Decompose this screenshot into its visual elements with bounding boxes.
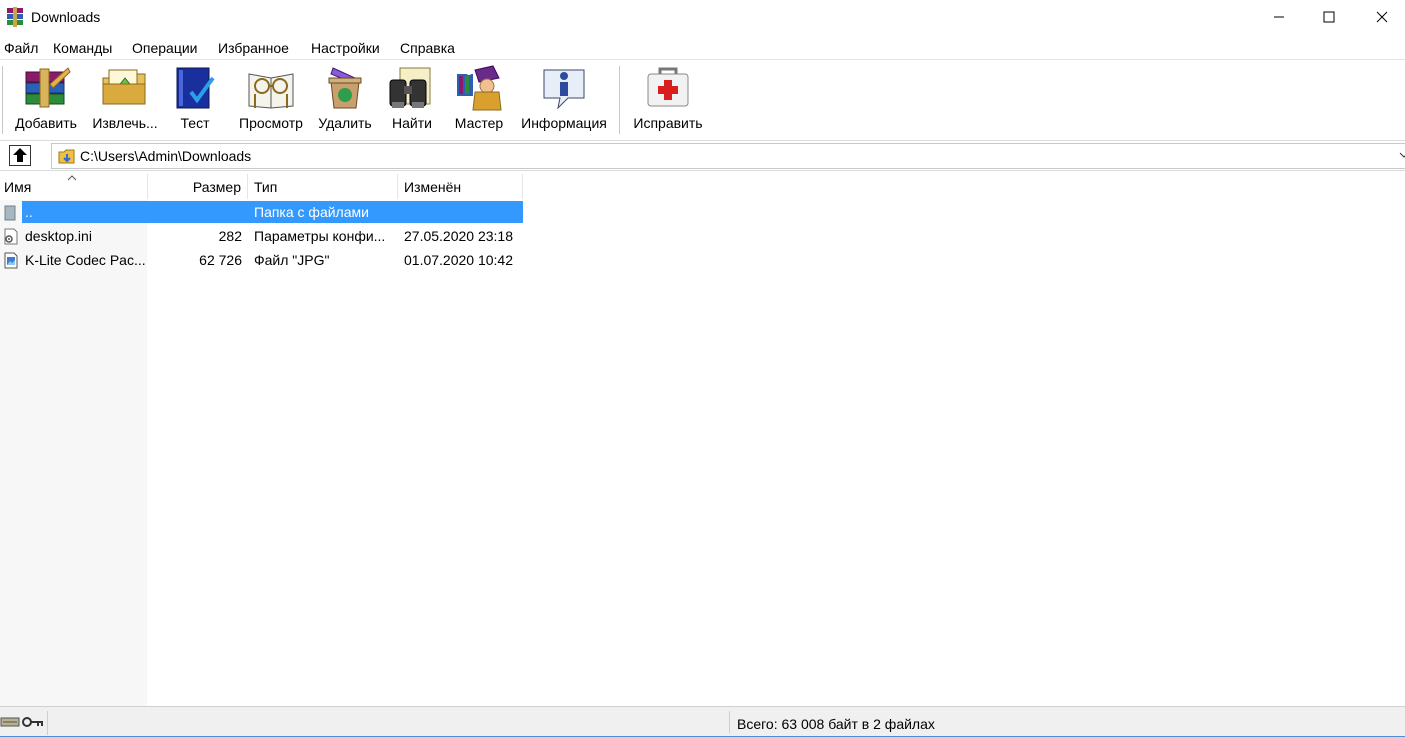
delete-label: Удалить	[318, 115, 372, 131]
file-row-parent[interactable]: .. Папка с файлами	[0, 201, 523, 225]
repair-button[interactable]: Исправить	[629, 64, 707, 136]
delete-button[interactable]: Удалить	[315, 64, 375, 136]
info-button[interactable]: Информация	[517, 64, 611, 136]
add-label: Добавить	[15, 115, 77, 131]
toolbar: Добавить Извлечь... Тест Просмотр Удалит…	[0, 59, 1405, 139]
wizard-icon	[457, 65, 502, 111]
key-icon[interactable]	[22, 716, 44, 728]
address-bar: C:\Users\Admin\Downloads	[0, 140, 1405, 171]
add-archive-icon	[25, 67, 71, 108]
drive-icon[interactable]	[0, 716, 20, 728]
file-modified: 27.05.2020 23:18	[404, 228, 513, 244]
column-modified-label: Изменён	[404, 179, 462, 195]
column-name-label: Имя	[4, 179, 32, 195]
extract-button[interactable]: Извлечь...	[89, 64, 161, 136]
toolbar-grip[interactable]	[2, 66, 5, 134]
close-icon	[1376, 11, 1388, 23]
address-path: C:\Users\Admin\Downloads	[80, 148, 252, 164]
repair-label: Исправить	[633, 115, 703, 131]
info-icon	[543, 69, 585, 110]
file-type: Папка с файлами	[254, 204, 369, 220]
menu-settings[interactable]: Настройки	[311, 40, 380, 56]
address-field[interactable]: C:\Users\Admin\Downloads	[51, 143, 1405, 169]
file-list: Имя Размер Тип Изменён .. Папка с файлам…	[0, 172, 1405, 706]
file-type: Параметры конфи...	[254, 228, 386, 244]
file-row-k-lite-jpg[interactable]: K-Lite Codec Pac... 62 726 Файл "JPG" 01…	[0, 249, 523, 273]
add-button[interactable]: Добавить	[12, 64, 80, 136]
test-book-icon	[176, 67, 215, 109]
wizard-button[interactable]: Мастер	[448, 64, 510, 136]
chevron-down-icon[interactable]	[1398, 150, 1405, 160]
find-button[interactable]: Найти	[383, 64, 441, 136]
minimize-icon	[1274, 16, 1284, 18]
file-size: 62 726	[199, 252, 242, 268]
file-type: Файл "JPG"	[254, 252, 330, 268]
status-total: Всего: 63 008 байт в 2 файлах	[737, 716, 935, 732]
settings-file-icon	[4, 228, 18, 245]
image-file-icon	[4, 252, 18, 269]
file-name: ..	[25, 204, 33, 220]
file-row-desktop-ini[interactable]: desktop.ini 282 Параметры конфи... 27.05…	[0, 225, 523, 249]
wizard-label: Мастер	[454, 115, 504, 131]
folder-down-icon	[58, 149, 75, 164]
file-name: desktop.ini	[25, 228, 92, 244]
menu-file[interactable]: Файл	[4, 40, 38, 56]
column-header-name[interactable]: Имя	[0, 174, 148, 199]
maximize-button[interactable]	[1306, 0, 1352, 34]
name-column-background	[0, 200, 147, 706]
status-icons	[0, 711, 48, 735]
column-size-label: Размер	[192, 179, 241, 195]
view-book-glasses-icon	[248, 73, 294, 109]
test-button[interactable]: Тест	[168, 64, 222, 136]
extract-folder-icon	[102, 69, 146, 105]
info-label: Информация	[521, 115, 607, 131]
column-header-modified[interactable]: Изменён	[398, 174, 523, 199]
up-folder-button[interactable]	[9, 145, 31, 166]
column-type-label: Тип	[254, 179, 278, 195]
sort-up-icon	[67, 175, 77, 181]
menu-help[interactable]: Справка	[400, 40, 455, 56]
file-modified: 01.07.2020 10:42	[404, 252, 513, 268]
title-bar: Downloads	[0, 0, 1405, 36]
extract-label: Извлечь...	[92, 115, 158, 131]
close-button[interactable]	[1359, 0, 1405, 34]
delete-recycle-icon	[328, 67, 362, 109]
status-bar: Всего: 63 008 байт в 2 файлах	[0, 706, 1405, 737]
repair-first-aid-icon	[647, 67, 689, 107]
status-divider	[729, 711, 730, 733]
column-header-type[interactable]: Тип	[248, 174, 398, 199]
minimize-button[interactable]	[1256, 0, 1302, 34]
menu-operations[interactable]: Операции	[132, 40, 198, 56]
find-binoculars-icon	[389, 67, 431, 108]
maximize-icon	[1323, 11, 1335, 23]
test-label: Тест	[180, 115, 210, 131]
column-header-size[interactable]: Размер	[148, 174, 248, 199]
window-title: Downloads	[31, 9, 101, 25]
view-button[interactable]: Просмотр	[234, 64, 308, 136]
menu-commands[interactable]: Команды	[53, 40, 112, 56]
parent-folder-icon	[4, 205, 16, 221]
file-size: 282	[218, 228, 242, 244]
view-label: Просмотр	[239, 115, 303, 131]
menu-favorites[interactable]: Избранное	[218, 40, 289, 56]
toolbar-separator	[619, 66, 621, 134]
menu-bar: Файл Команды Операции Избранное Настройк…	[0, 37, 1405, 59]
file-name: K-Lite Codec Pac...	[25, 252, 146, 268]
winrar-books-icon	[7, 7, 23, 27]
find-label: Найти	[392, 115, 432, 131]
